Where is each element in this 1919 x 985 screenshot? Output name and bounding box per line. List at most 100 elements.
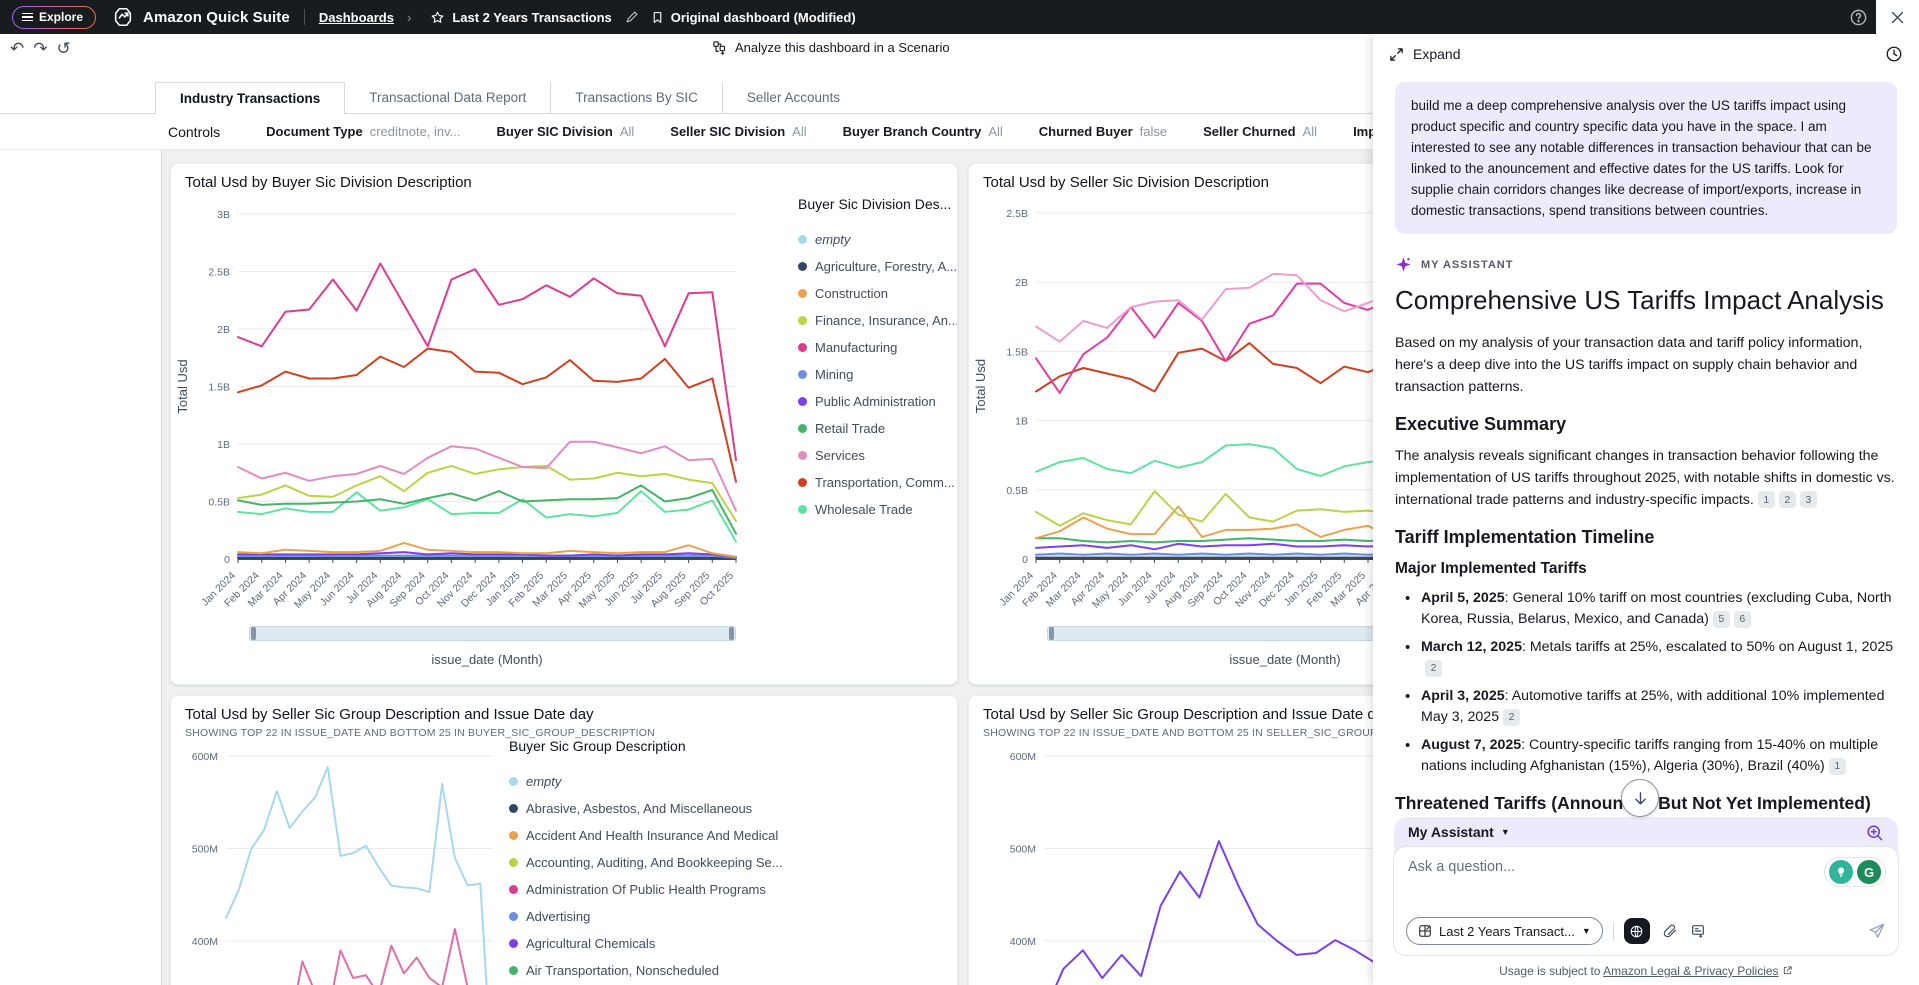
prompt-template-icon — [1690, 923, 1706, 939]
legend-item[interactable]: Administration Of Public Health Programs — [509, 876, 784, 903]
legend-swatch — [509, 885, 518, 894]
legend-item[interactable]: Abrasive, Asbestos, And Miscellaneous — [509, 795, 784, 822]
breadcrumb-dashboard-name[interactable]: Last 2 Years Transactions — [452, 10, 611, 25]
grammarly-widget[interactable]: G — [1824, 857, 1886, 887]
history-clock-icon[interactable] — [1885, 45, 1903, 63]
sparkle-icon — [1395, 256, 1412, 273]
citation-chip[interactable]: 1 — [1758, 491, 1775, 508]
controls-title: Controls — [168, 124, 220, 140]
svg-text:0.5B: 0.5B — [208, 497, 230, 509]
legend-item[interactable]: Air Transportation, Nonscheduled — [509, 957, 784, 984]
send-button[interactable] — [1868, 922, 1886, 940]
dataset-chip[interactable]: Last 2 Years Transact... ▼ — [1406, 917, 1603, 945]
exec-summary-text: The analysis reveals significant changes… — [1395, 445, 1897, 511]
reset-button[interactable]: ↺ — [57, 39, 71, 59]
filter-control[interactable]: Buyer Branch CountryAll — [843, 124, 1003, 139]
star-icon[interactable] — [430, 10, 445, 25]
help-icon[interactable] — [1849, 8, 1868, 27]
prompt-template-button[interactable] — [1690, 923, 1706, 939]
citation-chip[interactable]: 3 — [1800, 491, 1817, 508]
filter-control[interactable]: Seller ChurnedAll — [1203, 124, 1317, 139]
open-in-chat-icon[interactable] — [1865, 823, 1884, 842]
legend-item[interactable]: Agricultural Chemicals — [509, 930, 784, 957]
web-search-toggle[interactable] — [1624, 918, 1650, 944]
left-rail — [0, 114, 162, 985]
legend-item[interactable]: Retail Trade — [798, 415, 958, 442]
app-root: Explore Amazon Quick Suite Dashboards › … — [0, 0, 1919, 985]
send-icon — [1868, 922, 1886, 940]
svg-text:600M: 600M — [192, 751, 218, 763]
svg-text:1B: 1B — [1015, 416, 1028, 428]
undo-button[interactable]: ↶ — [10, 39, 24, 59]
filter-control[interactable]: Seller SIC DivisionAll — [670, 124, 806, 139]
filter-control[interactable]: Churned Buyerfalse — [1039, 124, 1167, 139]
edit-pencil-icon[interactable] — [625, 11, 638, 24]
breadcrumb-document-name[interactable]: Original dashboard (Modified) — [671, 10, 856, 25]
sheet-tab[interactable]: Transactional Data Report — [345, 82, 550, 113]
tariff-bullet: April 3, 2025: Automotive tariffs at 25%… — [1405, 686, 1897, 728]
paperclip-icon — [1662, 923, 1678, 939]
legend-swatch — [509, 777, 518, 786]
legend-swatch — [509, 912, 518, 921]
citation-chip[interactable]: 2 — [1425, 660, 1442, 677]
legend-swatch — [798, 235, 807, 244]
expand-panel-button[interactable]: Expand — [1389, 46, 1460, 62]
bookmark-icon[interactable] — [651, 10, 664, 25]
divider — [1613, 922, 1614, 940]
legal-policies-link[interactable]: Amazon Legal & Privacy Policies — [1603, 964, 1778, 978]
legend-swatch — [509, 939, 518, 948]
legend-swatch — [798, 370, 807, 379]
scroll-to-bottom-button[interactable] — [1621, 779, 1659, 817]
legend-item[interactable]: Wholesale Trade — [798, 496, 958, 523]
legend-item[interactable]: Transportation, Comm... — [798, 469, 958, 496]
legend-swatch — [798, 478, 807, 487]
assistant-conversation[interactable]: build me a deep comprehensive analysis o… — [1373, 76, 1919, 817]
date-range-slider[interactable] — [249, 626, 736, 641]
legend-title: Buyer Sic Group Description — [509, 738, 784, 754]
sheet-tab[interactable]: Seller Accounts — [722, 82, 864, 113]
legend-item[interactable]: Public Administration — [798, 388, 958, 415]
x-axis-title: issue_date (Month) — [238, 652, 736, 667]
svg-text:2B: 2B — [1015, 277, 1028, 289]
breadcrumb-dashboards-link[interactable]: Dashboards — [319, 10, 394, 25]
redo-button[interactable]: ↷ — [33, 39, 47, 59]
attach-file-button[interactable] — [1662, 923, 1678, 939]
sheet-tab[interactable]: Transactions By SIC — [550, 82, 722, 113]
legend-item[interactable]: Accounting, Auditing, And Bookkeeping Se… — [509, 849, 784, 876]
legend-item[interactable]: Finance, Insurance, An... — [798, 307, 958, 334]
svg-text:0: 0 — [1022, 554, 1028, 566]
legend-item[interactable]: empty — [798, 226, 958, 253]
scenario-icon — [712, 40, 727, 55]
tariff-bullet: April 5, 2025: General 10% tariff on mos… — [1405, 588, 1897, 630]
legend-item[interactable]: Accident And Health Insurance And Medica… — [509, 822, 784, 849]
filter-control[interactable]: Document Typecreditnote, inv... — [266, 124, 460, 139]
svg-text:0: 0 — [224, 554, 230, 566]
analyze-scenario-button[interactable]: Analyze this dashboard in a Scenario — [712, 40, 950, 55]
citation-chip[interactable]: 2 — [1503, 709, 1520, 726]
hamburger-icon — [22, 11, 33, 24]
filter-control[interactable]: Buyer SIC DivisionAll — [497, 124, 635, 139]
legend-item[interactable]: Construction — [798, 280, 958, 307]
legend-item[interactable]: Agriculture, Forestry, A... — [798, 253, 958, 280]
legend-swatch — [798, 397, 807, 406]
quick-suite-logo-icon[interactable] — [112, 6, 134, 28]
explore-button[interactable]: Explore — [12, 6, 96, 29]
citation-chip[interactable]: 1 — [1829, 758, 1846, 775]
sheet-tab[interactable]: Industry Transactions — [155, 82, 345, 114]
legend-title: Buyer Sic Division Des... — [798, 196, 958, 212]
assistant-label: MY ASSISTANT — [1421, 259, 1513, 271]
legend-item[interactable]: empty — [509, 768, 784, 795]
legend-item[interactable]: Manufacturing — [798, 334, 958, 361]
citation-chip[interactable]: 2 — [1779, 491, 1796, 508]
svg-text:Total Usd: Total Usd — [973, 359, 988, 413]
legend-item[interactable]: Mining — [798, 361, 958, 388]
assistant-selector[interactable]: My Assistant — [1408, 824, 1494, 840]
citation-chip[interactable]: 6 — [1734, 611, 1751, 628]
ask-question-input[interactable] — [1408, 859, 1758, 875]
svg-text:3B: 3B — [217, 209, 230, 221]
legend-item[interactable]: Advertising — [509, 903, 784, 930]
svg-text:2.5B: 2.5B — [1006, 208, 1028, 220]
citation-chip[interactable]: 5 — [1713, 611, 1730, 628]
legend-item[interactable]: Services — [798, 442, 958, 469]
close-panel-button[interactable] — [1876, 0, 1919, 34]
